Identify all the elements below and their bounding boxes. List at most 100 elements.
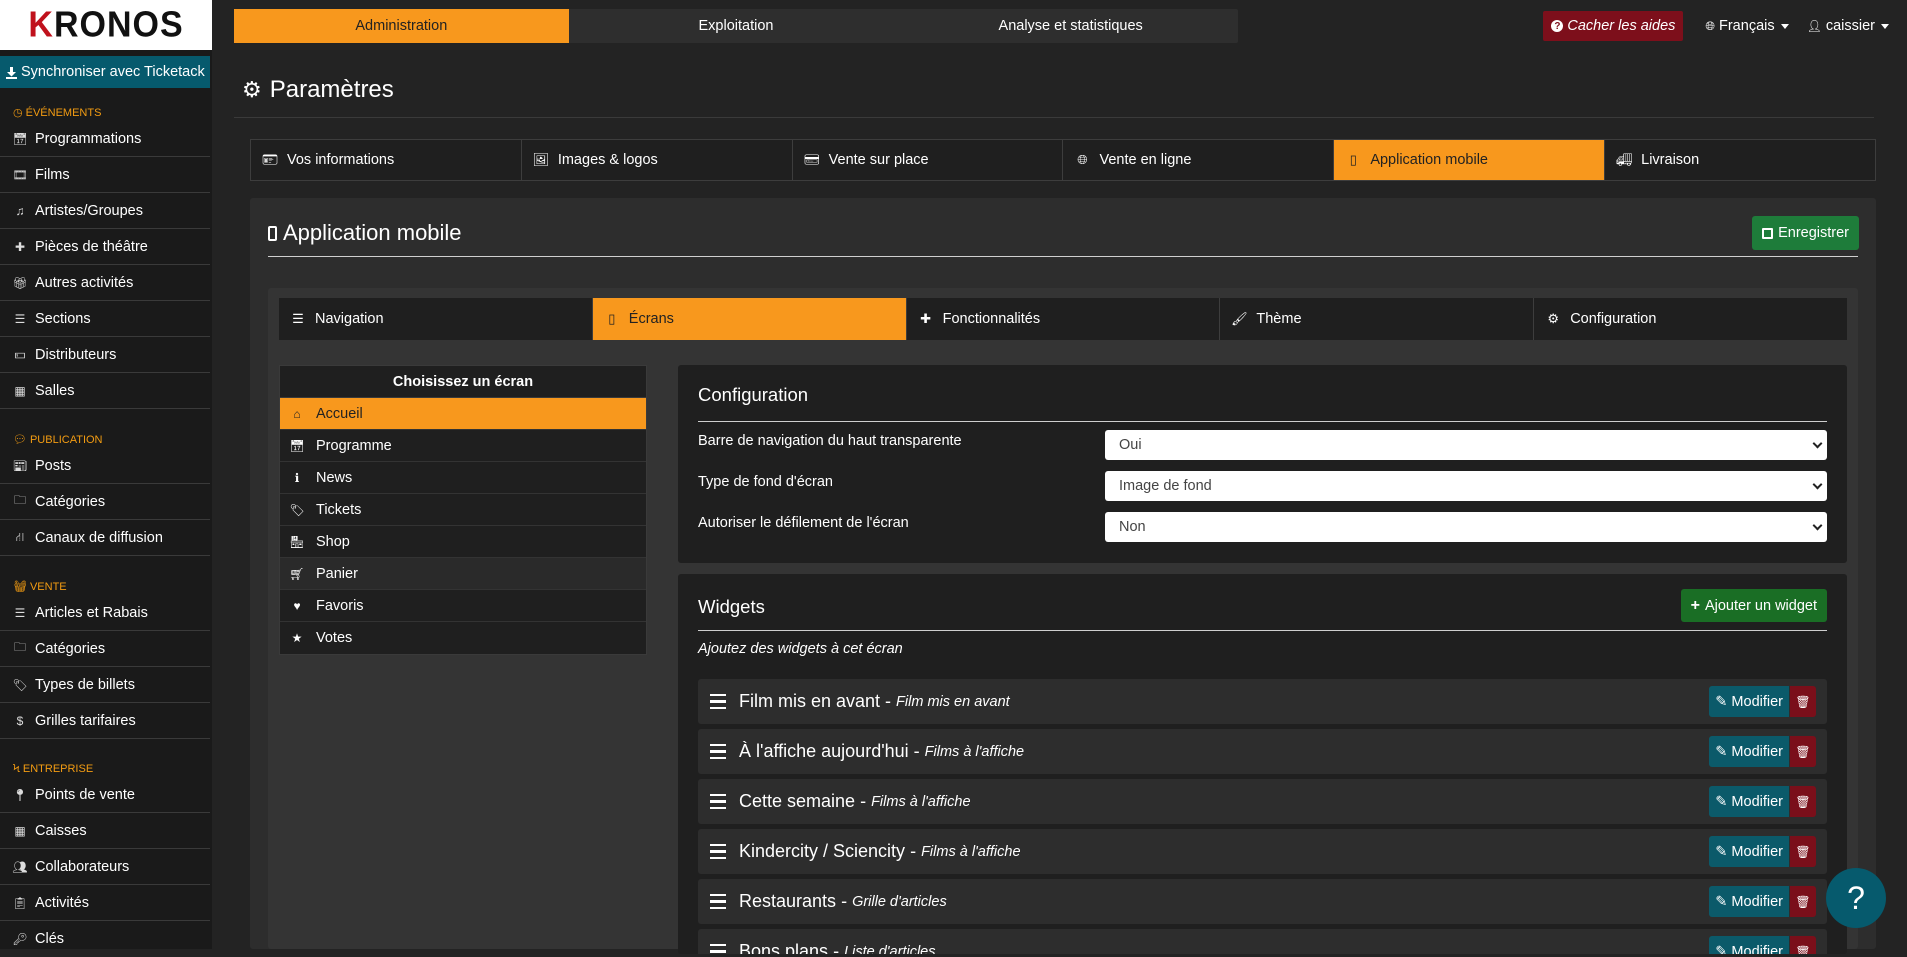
settings-tab-label: Vente sur place [828,152,929,168]
sidebar-item-label: Activités [35,894,89,911]
widget-row[interactable]: Restaurants - Grille d'articles ✎ Modifier… [698,879,1827,924]
settings-tab[interactable]: 💳︎ Vente sur place [793,140,1064,180]
mobile-icon: ▯ [608,311,616,326]
app-tab[interactable]: ☰ Navigation [279,298,593,340]
sidebar-item[interactable]: 📍︎ Points de vente [0,777,210,813]
mobile-app-panel: Application mobile Enregistrer ☰ Navigati… [250,198,1876,954]
screen-item[interactable]: ★ Votes [280,622,646,654]
star-icon: ★ [291,631,303,645]
sidebar-item[interactable]: ⛙ Canaux de diffusion [0,520,210,556]
screen-item[interactable]: ⌂ Accueil [280,398,646,430]
trash-icon: 🗑︎ [1795,894,1811,909]
sidebar-section-title: ϟ ENTREPRISE [13,763,212,775]
screen-item[interactable]: 🏷︎ Tickets [280,494,646,526]
hide-help-button[interactable]: ? Cacher les aides [1543,11,1684,41]
modify-widget-button[interactable]: ✎ Modifier [1709,736,1789,767]
settings-tab[interactable]: 🚚︎ Livraison [1605,140,1875,180]
sidebar-item-label: Pièces de théâtre [35,238,148,255]
sidebar-item[interactable]: 🗀 Catégories [0,631,210,667]
drag-handle-icon[interactable] [710,793,726,810]
user-label: caissier [1825,18,1875,34]
select-value: Oui [1119,437,1142,453]
widget-row[interactable]: À l'affiche aujourd'hui - Films à l'affi… [698,729,1827,774]
top-nav-tab[interactable]: Analyse et statistiques [903,9,1238,43]
screen-item[interactable]: 📅︎ Programme [280,430,646,462]
drag-handle-icon[interactable] [710,693,726,710]
sidebar-item[interactable]: 🏷︎ Types de billets [0,667,210,703]
kronos-logo[interactable]: KRONOS [0,0,212,50]
app-tab[interactable]: ⚙ Configuration [1534,298,1847,340]
modify-label: Modifier [1731,893,1783,910]
widget-row[interactable]: Kindercity / Sciencity - Films à l'affic… [698,829,1827,874]
language-dropdown[interactable]: 🌐︎ Français [1705,18,1789,34]
delete-widget-button[interactable]: 🗑︎ [1790,686,1816,717]
add-widget-button[interactable]: + Ajouter un widget [1680,589,1827,622]
hide-help-label: Cacher les aides [1567,18,1676,34]
list-icon: ☰ [14,605,26,620]
drag-handle-icon[interactable] [710,893,726,910]
sidebar-item[interactable]: 🎁︎ Autres activités [0,265,210,301]
settings-tab[interactable]: 🌐︎ Vente en ligne [1063,140,1335,180]
field-select[interactable]: Image de fond [1105,471,1827,501]
drag-handle-icon[interactable] [710,743,726,760]
sidebar-item[interactable]: 👥︎ Collaborateurs [0,849,210,885]
drag-handle-icon[interactable] [710,843,726,860]
field-select[interactable]: Oui [1105,430,1827,460]
modify-widget-button[interactable]: ✎ Modifier [1709,686,1789,717]
widget-row[interactable]: Film mis en avant - Film mis en avant ✎ Mo… [698,679,1827,724]
app-tab-label: Thème [1256,311,1302,327]
sidebar-item[interactable]: 📅︎ Programmations [0,121,210,157]
app-tab[interactable]: ✚ Fonctionnalités [907,298,1221,340]
delete-widget-button[interactable]: 🗑︎ [1790,736,1816,767]
settings-tab[interactable]: ▯ Application mobile [1334,140,1606,180]
sidebar-item[interactable]: $ Grilles tarifaires [0,703,210,739]
help-button[interactable]: ? [1826,868,1886,928]
screen-item[interactable]: 🏪︎ Shop [280,526,646,558]
sidebar-item[interactable]: ☰ Sections [0,301,210,337]
sync-ticketack-button[interactable]: Synchroniser avec Ticketack [0,56,210,88]
add-widget-label: Ajouter un widget [1704,597,1817,614]
settings-tab[interactable]: 🪪︎ Vos informations [251,140,522,180]
sidebar-item[interactable]: ☰ Articles et Rabais [0,595,210,631]
user-dropdown[interactable]: 👤︎ caissier [1807,18,1889,34]
widget-row[interactable]: Bons plans - Liste d'articles ✎ Modifier 🗑︎ [698,929,1827,954]
widget-row[interactable]: Cette semaine - Films à l'affiche ✎ Modifi… [698,779,1827,824]
modify-widget-button[interactable]: ✎ Modifier [1709,836,1789,867]
sidebar-item[interactable]: 📰︎ Posts [0,448,210,484]
sidebar-item[interactable]: 🎞︎ Films [0,157,210,193]
app-tab[interactable]: 🖌︎ Thème [1220,298,1535,340]
top-nav-tab[interactable]: Exploitation [569,9,904,43]
save-button[interactable]: Enregistrer [1752,216,1859,250]
screen-item[interactable]: ℹ News [280,462,646,494]
sidebar-item[interactable]: ♫ Artistes/Groupes [0,193,210,229]
settings-tab-label: Vos informations [287,152,395,168]
screen-item[interactable]: 🛒︎ Panier [280,558,646,590]
settings-tab[interactable]: 🖼︎ Images & logos [522,140,793,180]
delete-widget-button[interactable]: 🗑︎ [1790,836,1816,867]
save-label: Enregistrer [1778,225,1849,241]
app-tab[interactable]: ▯ Écrans [592,298,907,340]
modify-widget-button[interactable]: ✎ Modifier [1709,786,1789,817]
sidebar-section-title: ◷ ÉVÉNEMENTS [13,106,212,120]
sidebar-item[interactable]: ▦ Salles [0,373,210,409]
delete-widget-button[interactable]: 🗑︎ [1790,936,1816,954]
sidebar-item[interactable]: ✚ Pièces de théâtre [0,229,210,265]
app-settings-body: ☰ Navigation ▯ Écrans ✚ Fonctionnalités 🖌︎ Thèm… [268,288,1858,954]
section-label: VENTE [29,580,67,593]
sidebar-item[interactable]: 📋︎ Activités [0,885,210,921]
field-select[interactable]: Non [1105,512,1827,542]
modify-widget-button[interactable]: ✎ Modifier [1709,936,1789,954]
config-field: Type de fond d'écran Image de fond [698,471,1827,501]
sidebar-item[interactable]: 🗀 Catégories [0,484,210,520]
sidebar-item[interactable]: 💵︎ Distributeurs [0,337,210,373]
screen-item[interactable]: ♥ Favoris [280,590,646,622]
modify-widget-button[interactable]: ✎ Modifier [1709,886,1789,917]
delete-widget-button[interactable]: 🗑︎ [1790,886,1816,917]
gear-icon: ⚙ [242,77,262,102]
delete-widget-button[interactable]: 🗑︎ [1790,786,1816,817]
top-nav-tab[interactable]: Administration [234,9,569,43]
sidebar-item[interactable]: ▦ Caisses [0,813,210,849]
sidebar-item-label: Grilles tarifaires [35,712,136,729]
sidebar-item[interactable]: 🔑︎ Clés [0,921,210,957]
calendar-icon: 📅︎ [12,131,28,146]
